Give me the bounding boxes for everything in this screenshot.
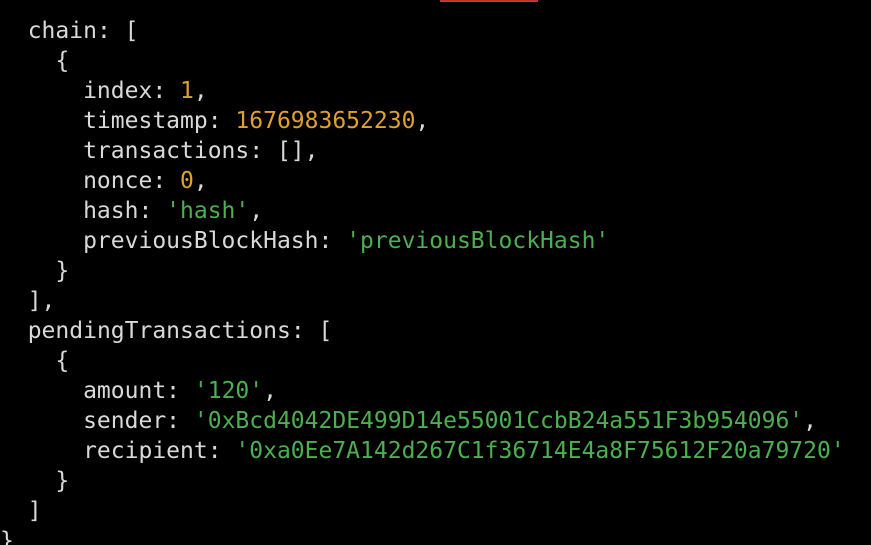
hash-value: 'hash' bbox=[166, 198, 250, 224]
terminal-window[interactable]: chain: [ { index: 1, timestamp: 16769836… bbox=[0, 0, 871, 545]
transactions-value: [] bbox=[276, 138, 305, 164]
pending-key: pendingTransactions bbox=[27, 318, 291, 344]
previous-block-hash-line: previousBlockHash: 'previousBlockHash' bbox=[0, 228, 610, 254]
timestamp-value: 1676983652230 bbox=[235, 108, 416, 134]
nonce-line: nonce: 0, bbox=[0, 168, 208, 194]
chain-open-line: chain: [ bbox=[27, 18, 139, 44]
tx-close-line: } bbox=[0, 468, 70, 494]
block-close-line: } bbox=[0, 258, 70, 284]
tx-open-line: { bbox=[0, 348, 70, 374]
sender-value: '0xBcd4042DE499D14e55001CcbB24a551F3b954… bbox=[193, 408, 804, 434]
chain-close-line: ], bbox=[0, 288, 56, 314]
recipient-line: recipient: '0xa0Ee7A142d267C1f36714E4a8F… bbox=[0, 438, 845, 464]
tab-indicator bbox=[440, 0, 538, 2]
pending-open-line: pendingTransactions: [ bbox=[27, 318, 333, 344]
amount-value: '120' bbox=[193, 378, 264, 404]
nonce-value: 0 bbox=[180, 168, 194, 194]
previous-block-hash-value: 'previousBlockHash' bbox=[346, 228, 610, 254]
transactions-line: transactions: [], bbox=[0, 138, 319, 164]
block-open-line: { bbox=[0, 48, 70, 74]
hash-line: hash: 'hash', bbox=[0, 198, 264, 224]
index-line: index: 1, bbox=[0, 78, 208, 104]
recipient-value: '0xa0Ee7A142d267C1f36714E4a8F75612F20a79… bbox=[235, 438, 845, 464]
amount-line: amount: '120', bbox=[0, 378, 277, 404]
index-value: 1 bbox=[180, 78, 194, 104]
pending-close-line: ] bbox=[0, 498, 42, 524]
sender-line: sender: '0xBcd4042DE499D14e55001CcbB24a5… bbox=[0, 408, 818, 434]
root-close-line: } bbox=[0, 528, 14, 545]
chain-key: chain bbox=[27, 18, 97, 44]
timestamp-line: timestamp: 1676983652230, bbox=[0, 108, 430, 134]
